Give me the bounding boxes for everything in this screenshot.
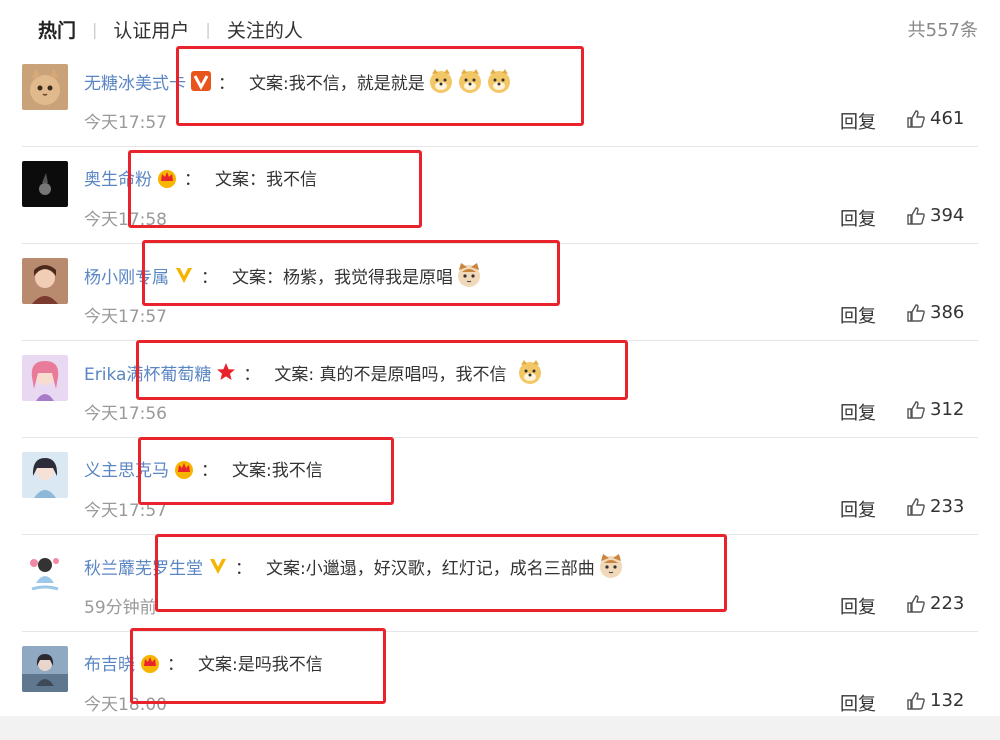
reply-button[interactable]: 回复	[840, 302, 876, 328]
like-button[interactable]: 223	[906, 593, 964, 614]
doge-emoji-icon	[517, 359, 543, 385]
like-button[interactable]: 233	[906, 496, 964, 517]
cat-emoji-icon	[598, 553, 624, 579]
reply-button[interactable]: 回复	[840, 205, 876, 231]
username[interactable]: 义主思克马	[84, 456, 169, 481]
star-icon	[215, 361, 237, 383]
thumbs-up-icon	[907, 303, 925, 322]
comment-time: 今天17:57	[84, 307, 167, 327]
colon: ：	[167, 655, 184, 675]
like-button[interactable]: 394	[906, 205, 964, 226]
thumbs-up-icon	[907, 109, 925, 128]
doge-emoji-icon	[486, 68, 512, 94]
crown-icon	[173, 458, 195, 480]
reply-button[interactable]: 回复	[840, 496, 876, 522]
tab-following[interactable]: 关注的人	[227, 16, 303, 43]
avatar[interactable]	[22, 646, 68, 692]
avatar[interactable]	[22, 355, 68, 401]
comment-list: 无糖冰美式卡 ： 文案:我不信，就是就是 今天17:57 回复 461 奥生命粉	[22, 50, 978, 728]
avatar[interactable]	[22, 161, 68, 207]
comment-line: 奥生命粉 ： 文案：我不信	[84, 165, 317, 190]
avatar[interactable]	[22, 258, 68, 304]
colon: ：	[218, 73, 235, 94]
comment-text: 文案：杨紫，我觉得我是原唱	[232, 267, 453, 288]
colon: ：	[201, 267, 218, 288]
username[interactable]: 秋兰蘼芜罗生堂	[84, 554, 203, 579]
reply-button[interactable]: 回复	[840, 690, 876, 716]
like-count: 233	[930, 496, 965, 517]
comment-text: 文案:我不信	[232, 461, 323, 481]
like-count: 312	[930, 399, 965, 420]
comment-text: 文案:我不信，就是就是	[249, 73, 425, 94]
thumbs-up-icon	[907, 400, 925, 419]
comment-item: 义主思克马 ： 文案:我不信 今天17:57 回复 233	[22, 438, 978, 535]
doge-emoji-icon	[457, 68, 483, 94]
comment-line: 秋兰蘼芜罗生堂 ： 文案:小邋遢，好汉歌，红灯记，成名三部曲	[84, 553, 624, 579]
reply-button[interactable]: 回复	[840, 108, 876, 134]
username[interactable]: 无糖冰美式卡	[84, 69, 186, 94]
colon: ：	[235, 558, 252, 579]
comment-item: 无糖冰美式卡 ： 文案:我不信，就是就是 今天17:57 回复 461	[22, 50, 978, 147]
username[interactable]: 杨小刚专属	[84, 263, 169, 288]
like-button[interactable]: 132	[906, 690, 964, 711]
comment-text: 文案:是吗我不信	[198, 655, 323, 675]
comment-item: 布吉晓 ： 文案:是吗我不信 今天18:00 回复 132	[22, 632, 978, 728]
comment-time: 今天17:57	[84, 113, 167, 133]
comment-line: 义主思克马 ： 文案:我不信	[84, 456, 323, 481]
comment-time: 今天17:57	[84, 501, 167, 521]
thumbs-up-icon	[907, 691, 925, 710]
tab-separator: |	[205, 19, 211, 39]
colon: ：	[243, 364, 261, 385]
like-button[interactable]: 386	[906, 302, 964, 323]
comment-total-count: 共557条	[907, 20, 978, 41]
comment-text: 文案：我不信	[215, 170, 317, 190]
v-yellow-icon	[207, 555, 229, 577]
like-button[interactable]: 312	[906, 399, 964, 420]
colon: ：	[184, 170, 201, 190]
v-yellow-icon	[173, 264, 195, 286]
reply-button[interactable]: 回复	[840, 399, 876, 425]
vip-v-icon	[190, 70, 212, 92]
colon: ：	[201, 461, 218, 481]
thumbs-up-icon	[907, 497, 925, 516]
comment-line: 杨小刚专属 ： 文案：杨紫，我觉得我是原唱	[84, 262, 482, 288]
comment-time: 今天17:56	[84, 404, 167, 424]
bottom-divider	[0, 716, 1000, 740]
tab-separator: |	[92, 19, 98, 39]
crown-icon	[156, 167, 178, 189]
comment-tabs: 热门 | 认证用户 | 关注的人	[38, 14, 303, 44]
username[interactable]: 布吉晓	[84, 650, 135, 675]
like-count: 132	[930, 690, 965, 711]
doge-emoji-icon	[428, 68, 454, 94]
comment-time: 今天17:58	[84, 210, 167, 230]
comment-text: 文案:小邋遢，好汉歌，红灯记，成名三部曲	[266, 558, 595, 579]
avatar[interactable]	[22, 64, 68, 110]
username[interactable]: 奥生命粉	[84, 165, 152, 190]
comment-time: 今天18:00	[84, 695, 167, 715]
like-button[interactable]: 461	[906, 108, 964, 129]
like-count: 386	[930, 302, 965, 323]
tab-hot[interactable]: 热门	[38, 16, 76, 43]
comment-item: 杨小刚专属 ： 文案：杨紫，我觉得我是原唱 今天17:57 回复 386	[22, 244, 978, 341]
like-count: 461	[930, 108, 965, 129]
avatar[interactable]	[22, 452, 68, 498]
crown-icon	[139, 652, 161, 674]
tab-verified-users[interactable]: 认证用户	[113, 16, 189, 43]
like-count: 394	[930, 205, 965, 226]
like-count: 223	[930, 593, 965, 614]
comment-line: Erika满杯葡萄糖 ： 文案: 真的不是原唱吗，我不信	[84, 359, 543, 385]
comment-line: 布吉晓 ： 文案:是吗我不信	[84, 650, 323, 675]
reply-button[interactable]: 回复	[840, 593, 876, 619]
thumbs-up-icon	[907, 206, 925, 225]
comment-text: 文案: 真的不是原唱吗，我不信	[274, 364, 507, 385]
cat-emoji-icon	[456, 262, 482, 288]
username[interactable]: Erika满杯葡萄糖	[84, 360, 211, 385]
avatar[interactable]	[22, 549, 68, 595]
thumbs-up-icon	[907, 594, 925, 613]
comment-time: 59分钟前	[84, 598, 157, 618]
comment-item: 奥生命粉 ： 文案：我不信 今天17:58 回复 394	[22, 147, 978, 244]
comment-item: Erika满杯葡萄糖 ： 文案: 真的不是原唱吗，我不信 今天17:56 回复 …	[22, 341, 978, 438]
comment-line: 无糖冰美式卡 ： 文案:我不信，就是就是	[84, 68, 512, 94]
comment-item: 秋兰蘼芜罗生堂 ： 文案:小邋遢，好汉歌，红灯记，成名三部曲 59分钟前 回复 …	[22, 535, 978, 632]
